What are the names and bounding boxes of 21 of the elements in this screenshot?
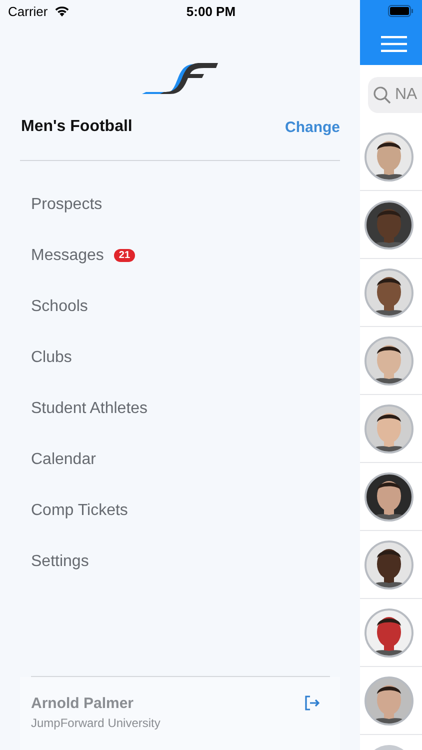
menu-item[interactable]: Settings: [31, 552, 89, 570]
logo-icon: [142, 62, 218, 94]
status-time: 5:00 PM: [185, 4, 237, 18]
menu-item[interactable]: Student Athletes: [31, 400, 148, 418]
team-name: Men's Football: [21, 118, 132, 136]
menu-item[interactable]: Clubs: [31, 348, 72, 366]
carrier-label: Carrier: [8, 4, 48, 18]
menu-item[interactable]: Messages: [31, 246, 104, 264]
user-organization: JumpForward University: [31, 716, 160, 730]
menu-item[interactable]: Comp Tickets: [31, 502, 128, 520]
logout-icon[interactable]: [304, 695, 320, 711]
unread-badge: 21: [114, 249, 136, 262]
wifi-icon: [54, 5, 70, 17]
change-link[interactable]: Change: [284, 118, 340, 136]
menu-item[interactable]: Prospects: [31, 196, 102, 214]
menu-item[interactable]: Schools: [31, 298, 88, 316]
user-name: Arnold Palmer: [31, 695, 135, 712]
search-field[interactable]: NA: [368, 77, 422, 113]
menu-icon[interactable]: [381, 36, 407, 52]
battery-icon: [388, 5, 414, 17]
menu-item[interactable]: Calendar: [31, 450, 96, 468]
